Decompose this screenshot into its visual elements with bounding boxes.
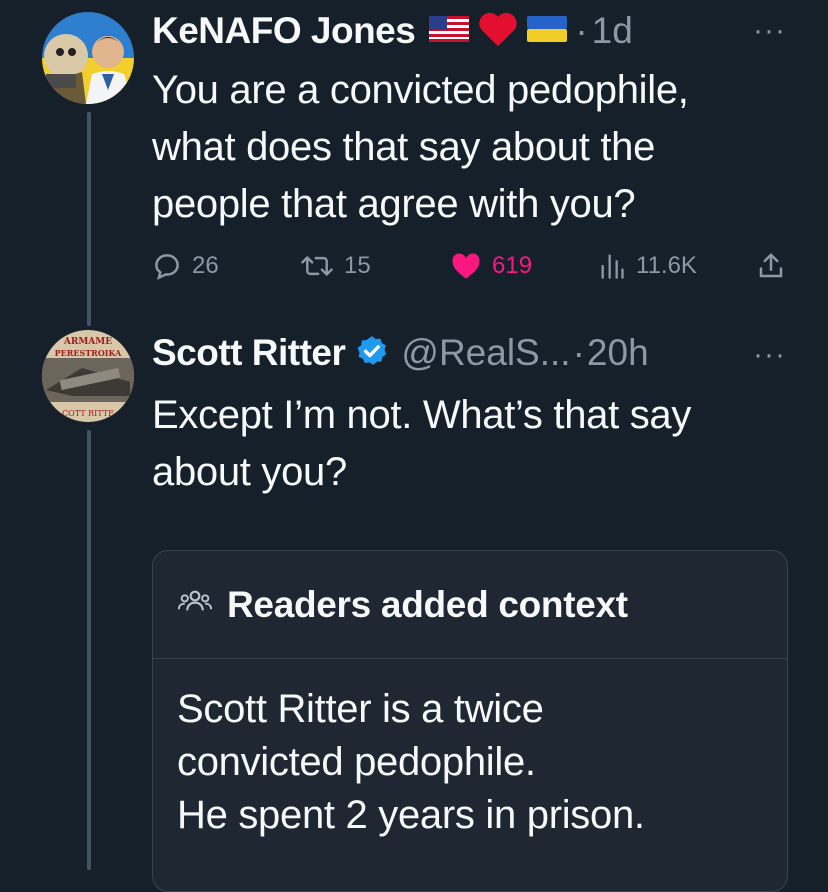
community-note-body: Scott Ritter is a twice convicted pedoph… xyxy=(153,659,787,842)
author-handle[interactable]: @RealS... xyxy=(401,332,570,374)
share-button[interactable] xyxy=(756,251,786,281)
tweet2-header: Scott Ritter @RealS... · 20h xyxy=(152,330,649,376)
like-button[interactable]: 619 xyxy=(450,251,532,281)
community-note-header: Readers added context xyxy=(153,551,787,659)
tweet-text-line: about you? xyxy=(152,450,347,494)
avatar-caption-bottom: COTT RITTE xyxy=(62,409,114,418)
us-flag-icon xyxy=(429,15,470,47)
people-icon xyxy=(177,587,213,622)
tweet-time[interactable]: 1d xyxy=(592,10,633,52)
tweet1-actions: 26 15 619 11.6K xyxy=(152,246,792,286)
avatar-kenafo-jones[interactable] xyxy=(42,12,134,104)
heart-icon xyxy=(477,10,519,53)
reply-button[interactable]: 26 xyxy=(152,251,219,281)
like-count: 619 xyxy=(492,252,533,279)
tweet1-text: You are a convicted pedophile, what does… xyxy=(152,62,689,233)
author-name[interactable]: KeNAFO Jones xyxy=(152,10,416,52)
note-text-line: convicted pedophile. xyxy=(177,740,536,784)
avatar-scott-ritter[interactable]: ARMAME PERESTROIKA COTT RITTE xyxy=(42,330,134,422)
community-note-title: Readers added context xyxy=(227,583,628,625)
retweet-count: 15 xyxy=(344,252,371,279)
separator-dot: · xyxy=(575,10,588,51)
verified-badge-icon xyxy=(355,334,389,373)
community-note[interactable]: Readers added context Scott Ritter is a … xyxy=(152,550,788,892)
liked-heart-icon xyxy=(450,251,482,281)
tweet-time[interactable]: 20h xyxy=(587,332,649,374)
avatar-caption-top: ARMAME xyxy=(63,337,112,347)
retweet-icon xyxy=(300,251,334,281)
more-options-icon[interactable]: ··· xyxy=(753,16,786,46)
tweet1-header: KeNAFO Jones · 1d xyxy=(152,8,633,54)
tweet-text-line: people that agree with you? xyxy=(152,182,636,226)
author-name[interactable]: Scott Ritter xyxy=(152,332,346,374)
tweet-text-line: You are a convicted pedophile, xyxy=(152,68,689,112)
note-text-line: He spent 2 years in prison. xyxy=(177,793,645,837)
separator-dot: · xyxy=(572,332,585,373)
retweet-button[interactable]: 15 xyxy=(300,251,371,281)
views-icon xyxy=(598,251,626,281)
avatar-caption-middle: PERESTROIKA xyxy=(55,348,123,358)
thread-line-1 xyxy=(87,112,91,326)
share-icon xyxy=(756,251,786,281)
tweet-text-line: what does that say about the xyxy=(152,125,656,169)
ukraine-flag-icon xyxy=(527,15,568,47)
reply-count: 26 xyxy=(192,252,219,279)
views-button[interactable]: 11.6K xyxy=(598,251,697,281)
tweet-text-line: Except I’m not. What’s that say xyxy=(152,393,692,437)
tweet2-text: Except I’m not. What’s that say about yo… xyxy=(152,387,691,501)
note-text-line: Scott Ritter is a twice xyxy=(177,687,544,731)
views-count: 11.6K xyxy=(636,252,697,279)
thread-line-2 xyxy=(87,430,91,870)
reply-icon xyxy=(152,251,182,281)
more-options-icon[interactable]: ··· xyxy=(753,340,786,370)
